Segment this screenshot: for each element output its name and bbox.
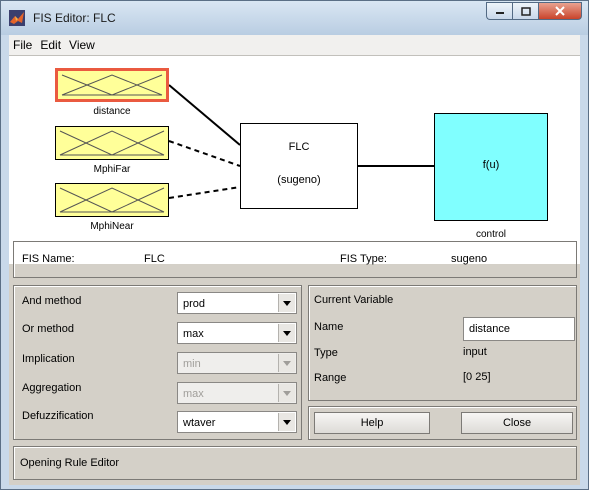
close-window-button[interactable] xyxy=(538,2,582,20)
input-label: MphiFar xyxy=(93,164,131,175)
fis-info-panel: FIS Name: FLC FIS Type: sugeno xyxy=(13,241,577,278)
or-method-dropdown[interactable]: max xyxy=(177,322,297,344)
output-function: f(u) xyxy=(482,159,500,171)
close-icon xyxy=(555,6,565,16)
defuzzification-value: wtaver xyxy=(183,417,216,429)
menu-file[interactable]: File xyxy=(9,38,36,52)
dropdown-arrow-icon xyxy=(278,354,295,372)
variable-name-field[interactable]: distance xyxy=(463,317,575,341)
and-method-label: And method xyxy=(22,295,82,307)
current-variable-header: Current Variable xyxy=(314,294,394,306)
minimize-icon xyxy=(495,12,504,14)
variable-range-value: [0 25] xyxy=(463,371,491,383)
and-method-dropdown[interactable]: prod xyxy=(177,292,297,314)
aggregation-dropdown: max xyxy=(177,382,297,404)
input-label: distance xyxy=(93,106,131,117)
variable-name-value: distance xyxy=(469,323,510,335)
matlab-logo-icon xyxy=(9,10,25,26)
input-mphinear-box[interactable] xyxy=(55,183,169,217)
maximize-button[interactable] xyxy=(512,2,538,20)
dropdown-arrow-icon xyxy=(278,324,295,342)
output-control-box[interactable]: f(u) xyxy=(434,113,548,221)
or-method-value: max xyxy=(183,328,204,340)
window-title: FIS Editor: FLC xyxy=(33,11,116,25)
help-button[interactable]: Help xyxy=(314,412,430,434)
implication-value: min xyxy=(183,358,201,370)
window-controls xyxy=(486,2,582,20)
defuzzification-label: Defuzzification xyxy=(22,410,94,422)
defuzzification-dropdown[interactable]: wtaver xyxy=(177,411,297,433)
aggregation-label: Aggregation xyxy=(22,382,82,394)
input-label: MphiNear xyxy=(90,221,134,232)
methods-panel: And method prod Or method max Implicatio… xyxy=(13,285,302,440)
aggregation-value: max xyxy=(183,388,204,400)
fis-editor-window: FIS Editor: FLC File Edit View distance … xyxy=(0,0,589,490)
variable-name-label: Name xyxy=(314,321,344,333)
dropdown-arrow-icon xyxy=(278,294,295,312)
system-name: FLC xyxy=(288,141,310,153)
menu-view[interactable]: View xyxy=(65,38,99,52)
fis-name-label: FIS Name: xyxy=(22,253,75,265)
system-type: (sugeno) xyxy=(277,174,321,186)
dropdown-arrow-icon xyxy=(278,384,295,402)
membership-functions-icon xyxy=(59,130,165,156)
current-variable-panel: Current Variable Name distance Type inpu… xyxy=(308,285,577,401)
close-button[interactable]: Close xyxy=(461,412,573,434)
fis-system-box[interactable]: FLC (sugeno) xyxy=(240,123,358,209)
membership-functions-icon xyxy=(59,187,165,213)
maximize-icon xyxy=(520,6,531,16)
variable-type-value: input xyxy=(463,346,487,358)
variable-type-label: Type xyxy=(314,347,338,359)
menu-edit[interactable]: Edit xyxy=(36,38,65,52)
implication-dropdown: min xyxy=(177,352,297,374)
title-bar[interactable]: FIS Editor: FLC xyxy=(1,1,588,35)
button-panel: Help Close xyxy=(308,406,577,440)
editor-client-area: File Edit View distance MphiFar MphiNear… xyxy=(9,35,580,485)
implication-label: Implication xyxy=(22,353,75,365)
input-distance-box[interactable] xyxy=(55,68,169,102)
fis-type-label: FIS Type: xyxy=(340,253,387,265)
status-panel: Opening Rule Editor xyxy=(13,446,577,480)
fis-diagram: distance MphiFar MphiNear FLC (sugeno) f… xyxy=(9,56,580,264)
dropdown-arrow-icon xyxy=(278,413,295,431)
input-mphifar-box[interactable] xyxy=(55,126,169,160)
fis-name-value: FLC xyxy=(144,253,165,265)
variable-range-label: Range xyxy=(314,372,347,384)
output-label: control xyxy=(475,229,506,240)
membership-functions-icon xyxy=(61,74,163,96)
menu-bar: File Edit View xyxy=(9,35,580,56)
fis-type-value: sugeno xyxy=(451,253,488,265)
and-method-value: prod xyxy=(183,298,206,310)
minimize-button[interactable] xyxy=(486,2,512,20)
status-message: Opening Rule Editor xyxy=(20,457,120,469)
or-method-label: Or method xyxy=(22,323,74,335)
